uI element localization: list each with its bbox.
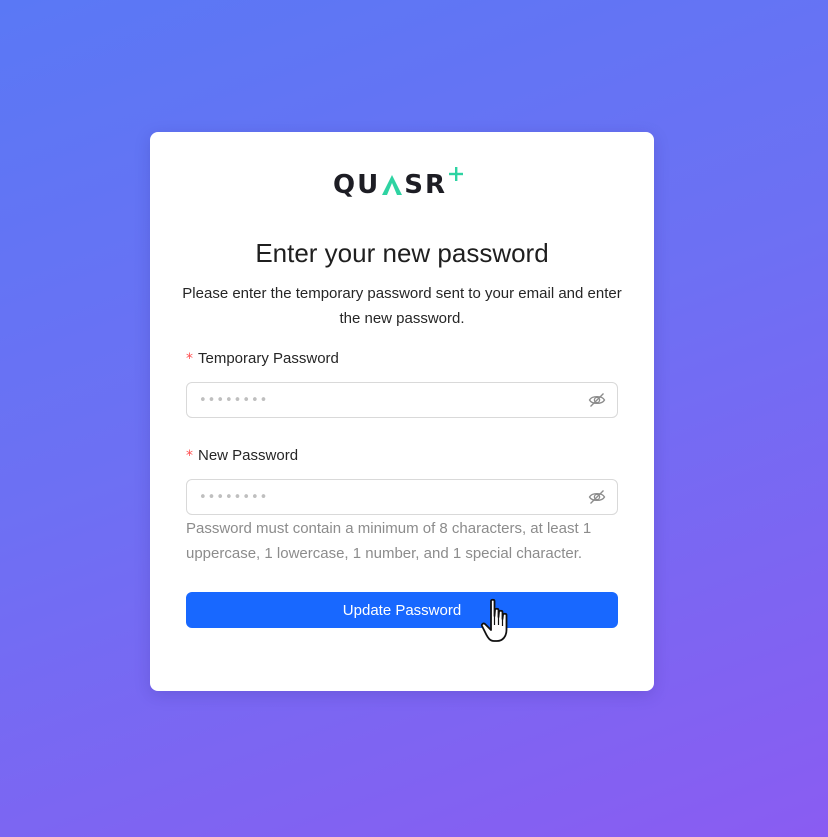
logo-text-left: QU <box>333 170 381 200</box>
logo-wordmark: QU SR <box>333 167 464 200</box>
eye-off-icon[interactable] <box>588 488 606 506</box>
new-password-label: * New Password <box>186 447 298 464</box>
temporary-password-label-text: Temporary Password <box>198 350 339 367</box>
update-password-button[interactable]: Update Password <box>186 592 618 628</box>
logo-text-right: SR <box>404 170 447 200</box>
logo-plus-icon <box>448 167 463 181</box>
password-requirements-hint: Password must contain a minimum of 8 cha… <box>186 520 592 562</box>
required-mark: * <box>186 448 193 464</box>
temporary-password-input[interactable] <box>187 383 588 417</box>
temporary-password-field[interactable] <box>186 382 618 418</box>
required-mark: * <box>186 351 193 367</box>
logo-a-triangle-icon <box>382 175 403 195</box>
new-password-input[interactable] <box>187 480 588 514</box>
page-title: Enter your new password <box>255 238 549 268</box>
new-password-field[interactable] <box>186 479 618 515</box>
brand-logo: QU SR <box>333 167 464 201</box>
eye-off-icon[interactable] <box>588 391 606 409</box>
new-password-label-text: New Password <box>198 447 299 464</box>
page-background: QU SR Enter your new password Please ent… <box>0 0 828 837</box>
page-subtitle: Please enter the temporary password sent… <box>182 285 622 327</box>
password-reset-card: QU SR Enter your new password Please ent… <box>150 132 654 691</box>
temporary-password-label: * Temporary Password <box>186 350 339 367</box>
